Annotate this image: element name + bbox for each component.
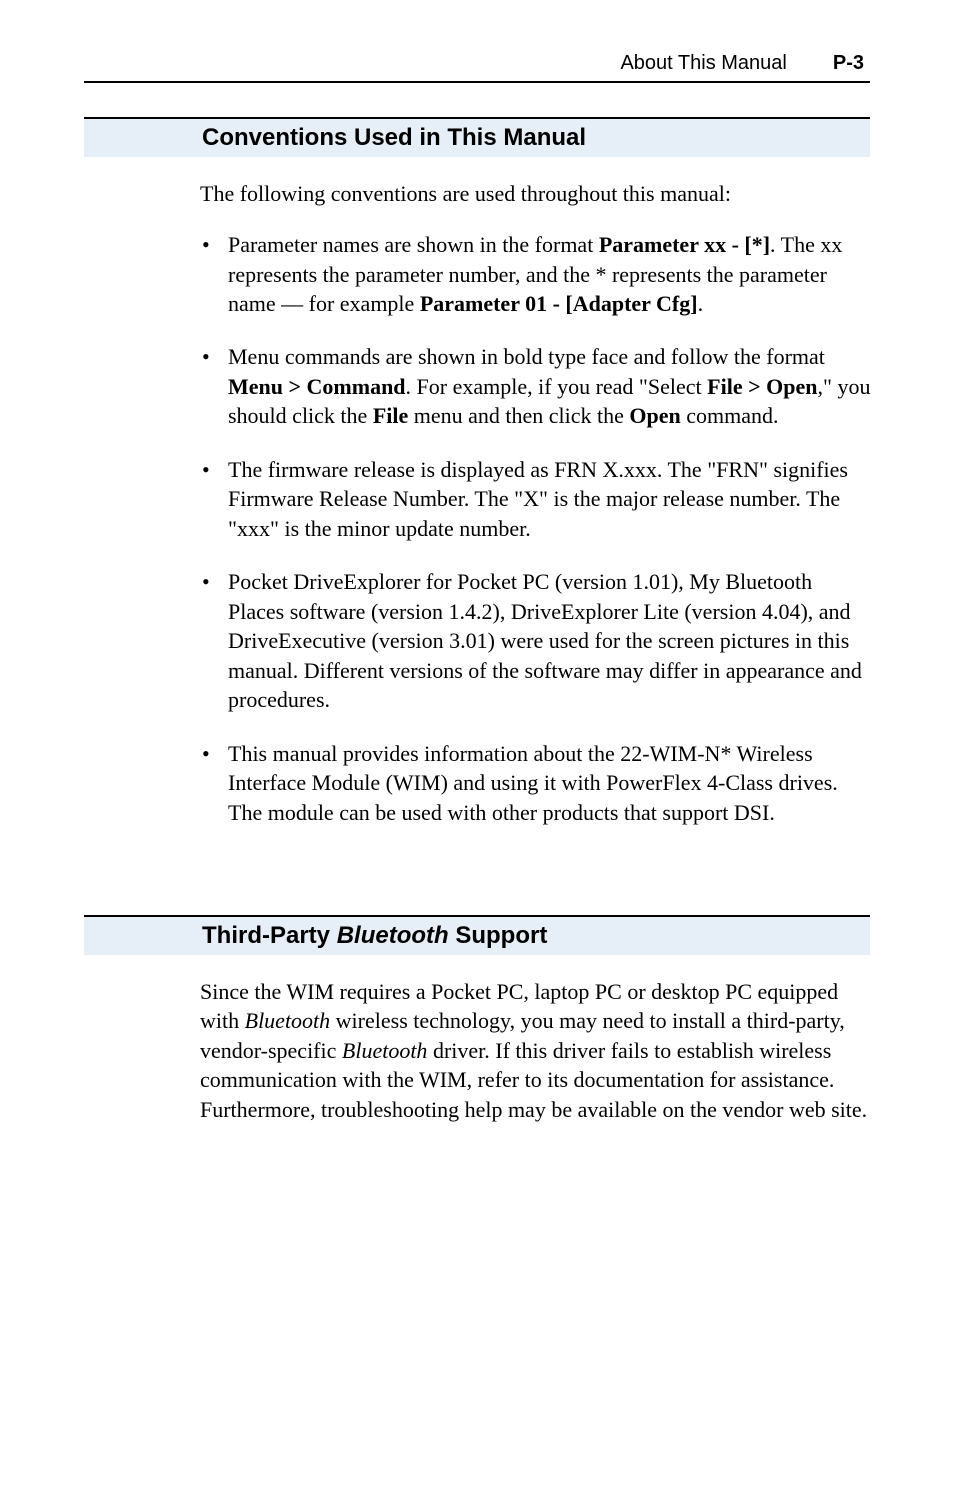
- heading-indent-fill: [84, 117, 200, 157]
- heading-indent-fill: [84, 915, 200, 955]
- list-item: This manual provides information about t…: [200, 739, 872, 827]
- section-heading-bluetooth: Third-Party Bluetooth Support: [200, 915, 870, 955]
- text: . For example, if you read "Select: [406, 374, 708, 399]
- heading-text: Third-Party: [202, 922, 337, 949]
- text: Parameter names are shown in the format: [228, 232, 599, 257]
- header-row: About This Manual P-3: [84, 52, 870, 75]
- section-heading-bar: Conventions Used in This Manual: [84, 117, 870, 157]
- section2-body: Since the WIM requires a Pocket PC, lapt…: [200, 977, 872, 1124]
- text: menu and then click the: [408, 403, 629, 428]
- list-item: Pocket DriveExplorer for Pocket PC (vers…: [200, 567, 872, 714]
- bold-text: Parameter 01 - [Adapter Cfg]: [420, 291, 698, 316]
- list-item: Parameter names are shown in the format …: [200, 230, 872, 318]
- bold-text: File: [373, 403, 408, 428]
- page: About This Manual P-3 Conventions Used i…: [0, 0, 954, 1487]
- bold-text: Parameter xx - [*]: [599, 232, 770, 257]
- section1-intro: The following conventions are used throu…: [200, 179, 872, 208]
- text: .: [698, 291, 704, 316]
- heading-italic: Bluetooth: [337, 922, 449, 949]
- bold-text: File > Open: [707, 374, 817, 399]
- text: Pocket DriveExplorer for Pocket PC (vers…: [228, 569, 862, 712]
- italic-text: Bluetooth: [342, 1038, 428, 1063]
- section1-content: The following conventions are used throu…: [200, 179, 872, 827]
- section-heading-bar: Third-Party Bluetooth Support: [84, 915, 870, 955]
- italic-text: Bluetooth: [245, 1008, 331, 1033]
- list-item: The firmware release is displayed as FRN…: [200, 455, 872, 543]
- text: The firmware release is displayed as FRN…: [228, 457, 848, 541]
- section2-content: Since the WIM requires a Pocket PC, lapt…: [200, 977, 872, 1124]
- conventions-list: Parameter names are shown in the format …: [200, 230, 872, 827]
- text: Menu commands are shown in bold type fac…: [228, 344, 825, 369]
- header-rule: [84, 81, 870, 83]
- section-heading-conventions: Conventions Used in This Manual: [200, 117, 870, 157]
- list-item: Menu commands are shown in bold type fac…: [200, 342, 872, 430]
- bold-text: Open: [629, 403, 680, 428]
- text: This manual provides information about t…: [228, 741, 838, 825]
- header-page-number: P-3: [833, 52, 864, 75]
- header-title: About This Manual: [620, 52, 786, 75]
- bold-text: Menu > Command: [228, 374, 406, 399]
- heading-text: Support: [449, 922, 548, 949]
- section-gap: [84, 851, 870, 915]
- text: command.: [681, 403, 779, 428]
